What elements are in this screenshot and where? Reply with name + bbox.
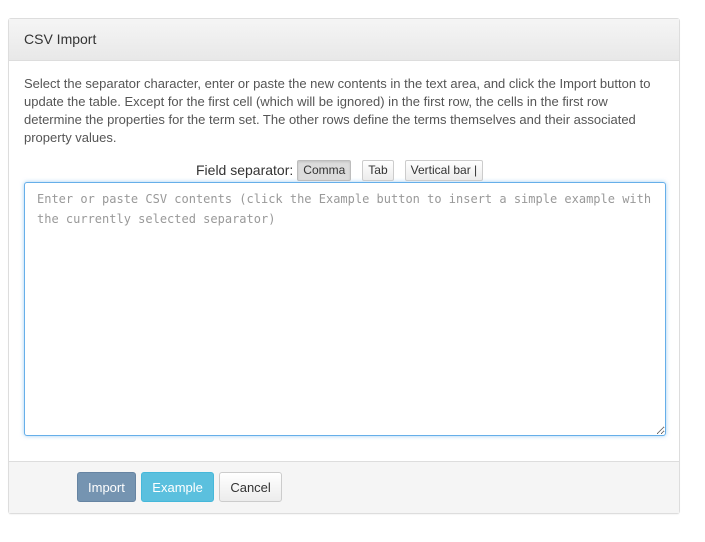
field-separator-group: Field separator: Comma Tab Vertical bar … — [24, 159, 664, 181]
dialog-header: CSV Import — [9, 19, 679, 61]
dialog-footer: Import Example Cancel — [9, 461, 679, 513]
example-button[interactable]: Example — [141, 472, 214, 502]
instructions-text: Select the separator character, enter or… — [24, 76, 651, 145]
csv-contents-textarea[interactable] — [24, 182, 666, 436]
cancel-button[interactable]: Cancel — [219, 472, 282, 502]
csv-import-dialog: CSV Import Select the separator characte… — [8, 18, 680, 514]
separator-comma-button[interactable]: Comma — [297, 159, 352, 181]
separator-tab-button[interactable]: Tab — [362, 159, 394, 181]
field-separator-label: Field separator: — [196, 162, 294, 178]
separator-vertical-bar-button[interactable]: Vertical bar | — [404, 159, 484, 181]
dialog-title: CSV Import — [24, 31, 97, 47]
import-button[interactable]: Import — [77, 472, 136, 502]
dialog-body: Select the separator character, enter or… — [9, 61, 679, 436]
